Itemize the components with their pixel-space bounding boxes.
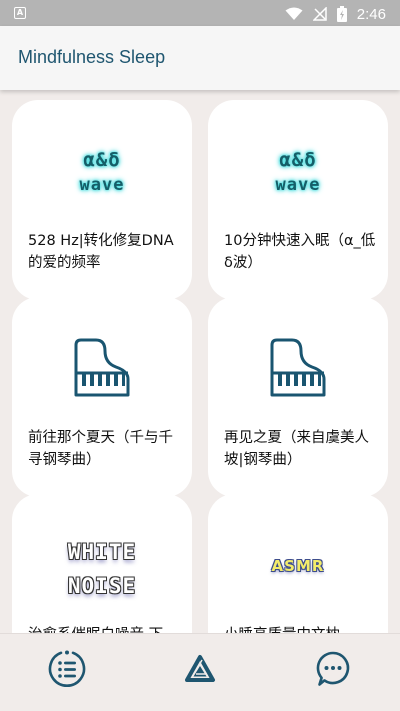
wave-artwork: α&δ wave bbox=[12, 100, 192, 230]
track-card[interactable]: WHITE NOISE 治愈系催眠白噪音 下 bbox=[12, 494, 192, 633]
piano-artwork bbox=[208, 297, 388, 427]
track-title: 再见之夏（来自虞美人坡|钢琴曲） bbox=[224, 430, 369, 468]
triangle-logo-icon bbox=[185, 655, 215, 682]
asmr-artwork: ASMR bbox=[208, 494, 388, 624]
nav-chat[interactable] bbox=[308, 644, 358, 694]
wave-artwork: α&δ wave bbox=[208, 100, 388, 230]
track-card[interactable]: 前往那个夏天（千与千寻钢琴曲） bbox=[12, 297, 192, 497]
list-menu-icon bbox=[48, 650, 86, 687]
track-card[interactable]: α&δ wave 10分钟快速入眠（α_低δ波） bbox=[208, 100, 388, 300]
no-signal-icon bbox=[312, 7, 327, 21]
nav-list[interactable] bbox=[42, 644, 92, 694]
wave-art-line: wave bbox=[79, 175, 125, 195]
battery-charging-icon bbox=[336, 6, 347, 22]
track-title: 小睡高质量中文枕 bbox=[224, 624, 376, 633]
noise-art-line: WHITE bbox=[67, 540, 137, 564]
track-card[interactable]: ASMR 小睡高质量中文枕 bbox=[208, 494, 388, 633]
grand-piano-icon bbox=[74, 338, 130, 397]
wave-art-line: wave bbox=[275, 175, 321, 195]
noise-art-line: NOISE bbox=[67, 574, 137, 598]
status-icons: 2:46 bbox=[285, 4, 386, 24]
asmr-art-line: ASMR bbox=[271, 557, 325, 575]
wifi-icon bbox=[285, 7, 303, 20]
wave-art-line: α&δ bbox=[83, 149, 121, 171]
nav-explore[interactable] bbox=[175, 644, 225, 694]
piano-artwork bbox=[12, 297, 192, 427]
track-grid[interactable]: α&δ wave 528 Hz|转化修复DNA的爱的频率 α&δ wave 10… bbox=[0, 90, 400, 633]
track-title: 10分钟快速入眠（α_低δ波） bbox=[224, 233, 376, 271]
status-time: 2:46 bbox=[356, 5, 386, 23]
app-notification-icon: A bbox=[14, 7, 26, 19]
track-title: 528 Hz|转化修复DNA的爱的频率 bbox=[28, 233, 174, 271]
app-title: Mindfulness Sleep bbox=[18, 47, 166, 67]
track-card[interactable]: α&δ wave 528 Hz|转化修复DNA的爱的频率 bbox=[12, 100, 192, 300]
track-title: 治愈系催眠白噪音 下 bbox=[28, 624, 180, 633]
track-card[interactable]: 再见之夏（来自虞美人坡|钢琴曲） bbox=[208, 297, 388, 497]
wave-art-line: α&δ bbox=[279, 149, 317, 171]
bottom-nav bbox=[0, 633, 400, 711]
white-noise-artwork: WHITE NOISE bbox=[12, 494, 192, 624]
status-bar: A 2:46 bbox=[0, 0, 400, 26]
chat-bubble-icon bbox=[316, 651, 350, 686]
grand-piano-icon bbox=[270, 338, 326, 397]
track-title: 前往那个夏天（千与千寻钢琴曲） bbox=[28, 430, 173, 468]
app-bar: Mindfulness Sleep bbox=[0, 26, 400, 90]
